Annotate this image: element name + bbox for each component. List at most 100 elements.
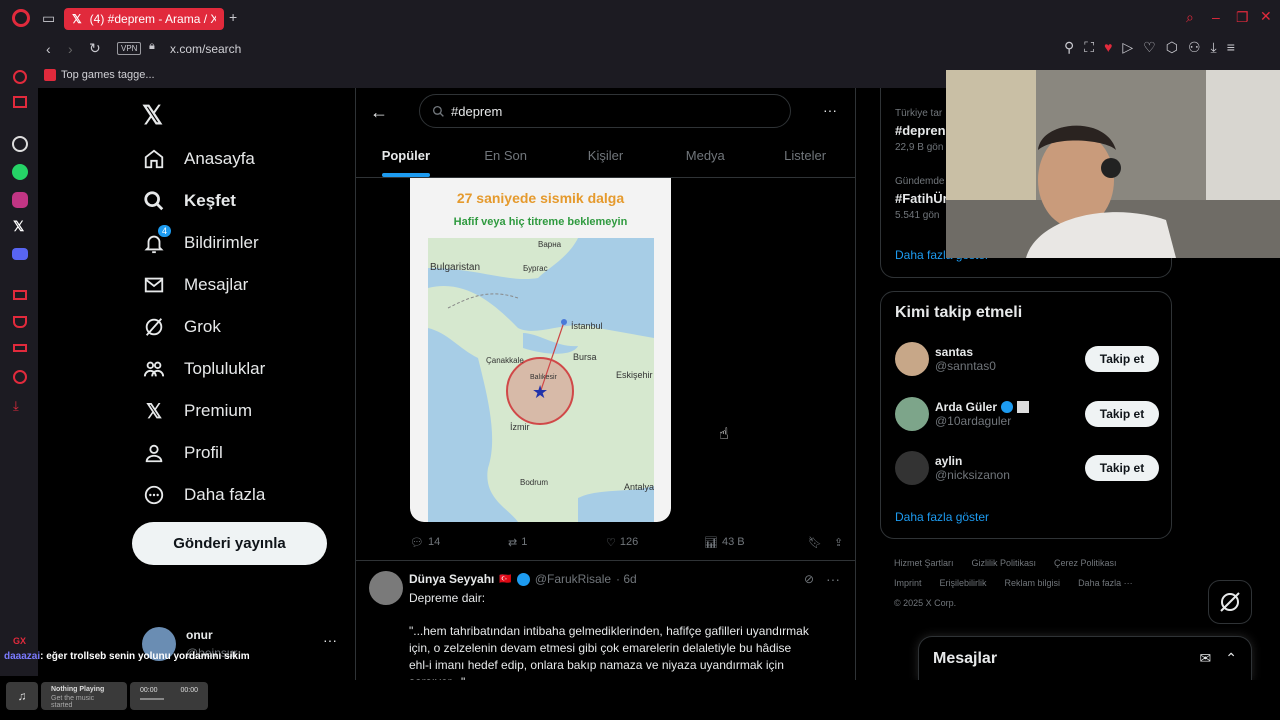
bookmark-button[interactable]: 🔖︎ bbox=[808, 536, 834, 549]
minimize-button[interactable]: – bbox=[1212, 10, 1220, 24]
tab-media[interactable]: Medya bbox=[655, 136, 755, 177]
nav-item-home[interactable]: Anasayfa bbox=[142, 146, 265, 172]
close-window-button[interactable]: ✕ bbox=[1260, 9, 1272, 23]
nav-item-grok[interactable]: Grok bbox=[142, 314, 265, 340]
browser-tab-active[interactable]: 𝕏 (4) #deprem - Arama / X bbox=[64, 8, 224, 30]
tab-latest[interactable]: En Son bbox=[456, 136, 556, 177]
nav-item-explore[interactable]: Keşfet bbox=[142, 188, 265, 214]
tweet-more-icon[interactable]: ··· bbox=[826, 571, 840, 587]
opera-logo-icon[interactable] bbox=[12, 9, 30, 27]
tab-people[interactable]: Kişiler bbox=[556, 136, 656, 177]
download-icon[interactable]: ⤓ bbox=[1211, 40, 1217, 54]
share-button[interactable]: ⇪ bbox=[834, 536, 843, 549]
play-icon[interactable]: ▷ bbox=[1122, 40, 1133, 54]
footer-link[interactable]: Erişilebilirlik bbox=[940, 573, 987, 593]
avatar[interactable] bbox=[895, 397, 929, 431]
chatgpt-icon[interactable] bbox=[12, 136, 28, 152]
grok-explain-icon[interactable]: ⊘ bbox=[804, 572, 814, 586]
history-icon[interactable] bbox=[13, 370, 27, 384]
grok-fab-button[interactable] bbox=[1208, 580, 1252, 624]
footer-link[interactable]: Imprint bbox=[894, 573, 922, 593]
tweet-media[interactable]: 27 saniyede sismik dalga Hafif veya hiç … bbox=[410, 178, 671, 522]
account-menu-icon[interactable]: ··· bbox=[323, 632, 337, 648]
nav-item-premium[interactable]: 𝕏 Premium bbox=[142, 398, 265, 424]
follow-suggestion[interactable]: Arda Güler @10ardaguler Takip et bbox=[895, 397, 1159, 431]
footer-link[interactable]: Daha fazla ··· bbox=[1078, 573, 1133, 593]
views-button[interactable]: 📊︎ 43 B bbox=[704, 536, 808, 549]
vpn-badge[interactable]: VPN bbox=[117, 42, 142, 55]
search-tabs-icon[interactable]: ⌕ bbox=[1186, 10, 1194, 24]
footer-link[interactable]: Reklam bilgisi bbox=[1005, 573, 1061, 593]
search-options-icon[interactable]: ··· bbox=[823, 102, 837, 118]
nav-item-notifications[interactable]: 4 Bildirimler bbox=[142, 225, 265, 256]
lock-icon[interactable]: 🔒︎ bbox=[149, 41, 155, 52]
menu-icon[interactable]: ≡ bbox=[1227, 40, 1235, 54]
suggestion-name[interactable]: santas bbox=[935, 345, 1085, 359]
nav-item-profile[interactable]: Profil bbox=[142, 440, 265, 466]
nav-item-messages[interactable]: Mesajlar bbox=[142, 272, 265, 298]
messages-drawer[interactable]: Mesajlar ✉ ⌃ bbox=[918, 636, 1252, 680]
nav-item-more[interactable]: Daha fazla bbox=[142, 482, 265, 508]
pocket-icon[interactable]: ♥ bbox=[1104, 40, 1112, 54]
tweet-avatar[interactable] bbox=[369, 571, 403, 605]
tweet-author-handle[interactable]: @FarukRisale bbox=[535, 572, 611, 586]
who-show-more[interactable]: Daha fazla göster bbox=[895, 510, 989, 524]
bookmark-item[interactable]: Top games tagge... bbox=[61, 69, 155, 81]
like-button[interactable]: ♡ 126 bbox=[606, 536, 704, 549]
nav-item-communities[interactable]: Topluluklar bbox=[142, 356, 265, 382]
tab-popular[interactable]: Popüler bbox=[356, 136, 456, 177]
extensions-icon[interactable]: ⬡ bbox=[1166, 40, 1178, 54]
heart-icon: ♡ bbox=[606, 536, 616, 549]
back-button[interactable]: ‹ bbox=[46, 42, 51, 56]
downloads-icon[interactable]: ⤓ bbox=[13, 398, 19, 414]
x-logo-icon[interactable]: 𝕏 bbox=[142, 100, 163, 131]
x-sidebar-icon[interactable]: 𝕏 bbox=[13, 218, 24, 235]
maximize-button[interactable]: ❐ bbox=[1236, 10, 1249, 24]
suggestion-name[interactable]: aylin bbox=[935, 454, 1085, 468]
tab-lists[interactable]: Listeler bbox=[755, 136, 855, 177]
post-button[interactable]: Gönderi yayınla bbox=[132, 522, 327, 565]
tweet-time[interactable]: · 6d bbox=[616, 572, 637, 586]
aria-icon[interactable] bbox=[13, 96, 27, 108]
footer-link[interactable]: Hizmet Şartları bbox=[894, 553, 954, 573]
avatar[interactable] bbox=[895, 451, 929, 485]
footer-link[interactable]: Gizlilik Politikası bbox=[972, 553, 1037, 573]
tab-manager-icon[interactable]: ▭ bbox=[42, 11, 55, 25]
account-name[interactable]: onur bbox=[186, 628, 213, 642]
discord-icon[interactable] bbox=[12, 248, 28, 260]
speed-dial-icon[interactable] bbox=[13, 70, 27, 84]
tweet-author-name[interactable]: Dünya Seyyahı bbox=[409, 572, 494, 586]
heart-icon[interactable]: ♡ bbox=[1143, 40, 1156, 54]
forward-button[interactable]: › bbox=[68, 42, 73, 56]
pin-icon[interactable]: ⚲ bbox=[1064, 40, 1074, 54]
avatar[interactable] bbox=[895, 342, 929, 376]
follow-suggestion[interactable]: santas @sanntas0 Takip et bbox=[895, 342, 1159, 376]
suggestion-name[interactable]: Arda Güler bbox=[935, 400, 997, 414]
retweet-button[interactable]: ⇄ 1 bbox=[508, 536, 606, 549]
pin-board-icon[interactable] bbox=[13, 316, 27, 328]
stream-chat-line: daaazai: eğer trollseb senin yolunu yord… bbox=[4, 651, 250, 662]
expand-drawer-icon[interactable]: ⌃ bbox=[1225, 650, 1237, 667]
snapshot-icon[interactable]: ⛶ bbox=[1084, 40, 1094, 54]
tabs-icon[interactable] bbox=[13, 344, 27, 352]
follow-button[interactable]: Takip et bbox=[1085, 346, 1159, 372]
whatsapp-icon[interactable] bbox=[12, 164, 28, 180]
follow-button[interactable]: Takip et bbox=[1085, 401, 1159, 427]
trend-title[interactable]: #depren bbox=[895, 123, 946, 138]
reload-button[interactable]: ↻ bbox=[89, 41, 101, 55]
profile-icon[interactable]: ⚇ bbox=[1188, 40, 1201, 54]
back-arrow-icon[interactable]: ← bbox=[370, 102, 388, 123]
footer-link[interactable]: Çerez Politikası bbox=[1054, 553, 1117, 573]
tweet-divider bbox=[356, 560, 855, 561]
trend-title[interactable]: #FatihÜr bbox=[895, 191, 948, 206]
new-tab-button[interactable]: + bbox=[229, 10, 237, 24]
reply-button[interactable]: 💬︎ 14 bbox=[410, 536, 508, 549]
wallet-icon[interactable] bbox=[13, 290, 27, 300]
url-text[interactable]: x.com/search bbox=[170, 42, 241, 56]
gx-icon[interactable]: GX bbox=[13, 636, 26, 646]
instagram-icon[interactable] bbox=[12, 192, 28, 208]
new-message-icon[interactable]: ✉ bbox=[1200, 650, 1212, 667]
follow-button[interactable]: Takip et bbox=[1085, 455, 1159, 481]
follow-suggestion[interactable]: aylin @nicksizanon Takip et bbox=[895, 451, 1159, 485]
search-input[interactable]: #deprem bbox=[419, 94, 791, 128]
